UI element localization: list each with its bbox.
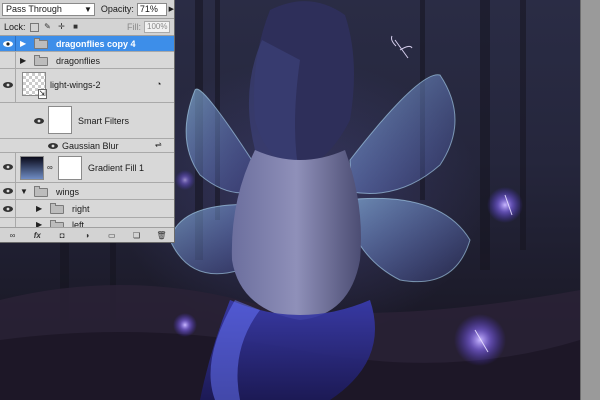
layer-row-smart-filters[interactable]: Smart Filters (0, 103, 174, 139)
layer-row-gradient-fill-1[interactable]: ∞ Gradient Fill 1 (0, 153, 174, 183)
adjustment-icon[interactable]: ◑ (80, 231, 94, 240)
eye-icon (3, 188, 13, 194)
link-icon[interactable]: ∞ (5, 231, 19, 240)
blend-mode-value: Pass Through (6, 3, 62, 14)
lock-bar: Lock: ✎ ✛ ■ Fill: 100% (0, 19, 174, 36)
lock-all-icon[interactable]: ■ (71, 22, 81, 32)
lock-image-pixels-icon[interactable]: ✎ (43, 22, 53, 32)
chain-link-icon[interactable]: ∞ (47, 163, 53, 172)
layer-name: right (72, 204, 90, 214)
chevron-down-icon: ▼ (83, 4, 92, 14)
layer-name: Smart Filters (78, 116, 130, 126)
eye-icon (3, 41, 13, 47)
layer-row-dragonflies-copy-4[interactable]: ▶ dragonflies copy 4 (0, 36, 174, 52)
layer-name: dragonflies copy 4 (56, 39, 136, 49)
visibility-toggle[interactable] (0, 200, 16, 217)
layer-row-wings[interactable]: ▼ wings (0, 183, 174, 200)
visibility-toggle[interactable] (0, 153, 16, 182)
lock-position-icon[interactable]: ✛ (57, 22, 67, 32)
folder-icon (34, 38, 48, 49)
layer-row-gaussian-blur[interactable]: Gaussian Blur ⇌ (0, 139, 174, 153)
lock-transparent-pixels-icon[interactable] (29, 22, 39, 32)
eye-icon (3, 82, 13, 88)
eye-icon (3, 206, 13, 212)
fill-field[interactable]: 100% (144, 21, 170, 33)
folder-icon (34, 55, 48, 66)
eye-icon (3, 164, 13, 170)
layer-name: Gaussian Blur (62, 141, 119, 151)
eye-icon[interactable] (34, 118, 44, 124)
blending-options-icon[interactable]: ⇌ (155, 140, 162, 149)
visibility-toggle[interactable] (0, 36, 16, 51)
lock-label: Lock: (4, 22, 26, 32)
visibility-toggle (0, 103, 16, 138)
layer-row-right[interactable]: ▶ right (0, 200, 174, 218)
layer-row-light-wings-2[interactable]: ⇲ light-wings-2 ◔ (0, 69, 174, 103)
filter-effects-icon[interactable]: ◔ (156, 79, 161, 89)
opacity-field[interactable]: 71% (136, 2, 167, 16)
blend-mode-dropdown[interactable]: Pass Through ▼ (2, 2, 95, 16)
layer-row-dragonflies[interactable]: ▶ dragonflies (0, 52, 174, 69)
collapse-triangle-icon[interactable]: ▼ (20, 187, 28, 196)
workspace-background (580, 0, 600, 400)
folder-icon (50, 203, 64, 214)
expand-triangle-icon[interactable]: ▶ (20, 39, 26, 48)
opacity-slider-arrow-icon[interactable]: ▶ (169, 5, 174, 13)
visibility-toggle[interactable] (0, 52, 16, 68)
layer-name: light-wings-2 (50, 80, 101, 90)
visibility-toggle[interactable] (0, 183, 16, 199)
trash-icon[interactable]: 🗑 (154, 231, 168, 240)
visibility-toggle[interactable] (0, 69, 16, 102)
layer-name: dragonflies (56, 56, 101, 66)
expand-triangle-icon[interactable]: ▶ (20, 56, 26, 65)
mask-icon[interactable]: ◘ (55, 231, 69, 240)
fx-icon[interactable]: fx (30, 231, 44, 240)
eye-icon[interactable] (48, 143, 58, 149)
opacity-label: Opacity: (100, 4, 134, 14)
gradient-thumbnail[interactable] (20, 156, 44, 180)
layer-options-bar: Pass Through ▼ Opacity: 71% ▶ (0, 0, 174, 19)
smart-object-icon: ⇲ (38, 89, 47, 99)
new-group-icon[interactable]: ▭ (105, 231, 119, 240)
new-layer-icon[interactable]: ❏ (130, 231, 144, 240)
layers-bottom-toolbar: ∞ fx ◘ ◑ ▭ ❏ 🗑 (0, 227, 174, 242)
layer-name: wings (56, 187, 80, 197)
expand-triangle-icon[interactable]: ▶ (36, 204, 42, 213)
folder-icon (34, 186, 48, 197)
layers-panel: Pass Through ▼ Opacity: 71% ▶ Lock: ✎ ✛ … (0, 0, 175, 243)
layer-name: Gradient Fill 1 (88, 163, 145, 173)
fill-label: Fill: (127, 22, 141, 32)
layer-mask-thumbnail[interactable] (58, 156, 82, 180)
filter-mask-thumbnail (48, 106, 72, 134)
